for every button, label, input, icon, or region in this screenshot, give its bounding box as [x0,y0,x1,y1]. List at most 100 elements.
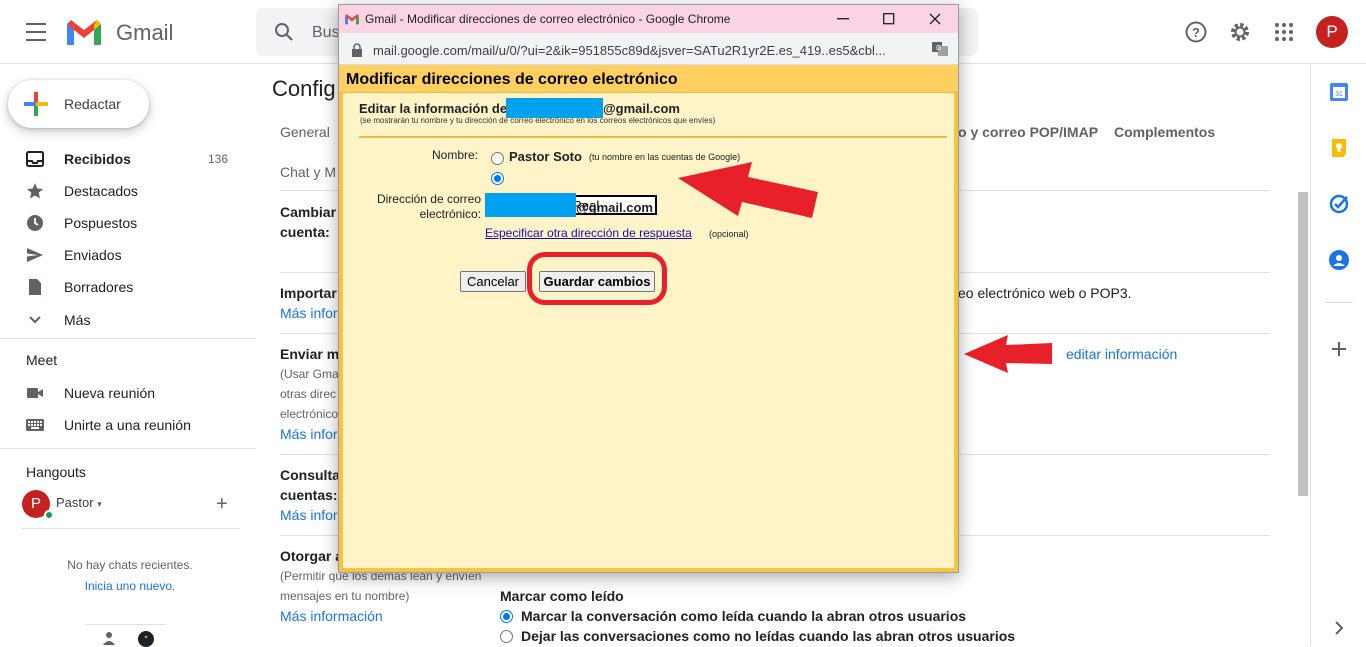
sidebar-item-new-meeting[interactable]: Nueva reunión [0,377,256,409]
keyboard-icon [26,419,44,431]
page-title: Config [272,76,336,101]
chevron-down-icon [29,316,41,324]
hangouts-section-title: Hangouts [26,464,86,480]
add-chat-icon[interactable]: + [216,494,228,514]
translate-icon[interactable]: G [932,42,948,56]
send-icon [27,248,43,262]
hangouts-footer: ” [86,624,166,647]
tab-addons[interactable]: Complementos [1114,124,1215,140]
sidebar-item-drafts[interactable]: Borradores [0,271,256,303]
popup-form: Editar la información de @gmail.com (se … [343,93,954,568]
sidebar-item-more[interactable]: Más [0,304,256,336]
meet-section-title: Meet [26,352,58,368]
name-option-radio-1[interactable] [491,152,504,165]
minimize-icon [837,18,849,20]
start-chat-link[interactable]: Inicia uno nuevo. [0,579,260,593]
svg-text:G: G [936,45,941,52]
draft-icon [29,279,41,295]
chevron-right-icon[interactable] [1333,620,1345,636]
change-account-label-2: cuenta: [280,224,330,240]
sidebar-item-starred[interactable]: Destacados [0,175,256,207]
svg-text:31: 31 [1335,91,1343,98]
hangouts-chat-icon[interactable]: ” [138,631,154,647]
close-button[interactable] [912,5,958,33]
contacts-icon[interactable] [1329,250,1349,270]
check-mail-label-2: cuentas: [280,487,338,503]
help-icon[interactable]: ? [1184,20,1208,44]
account-avatar[interactable]: P [1316,16,1348,48]
inbox-icon [26,151,44,167]
maximize-button[interactable] [866,5,912,33]
clock-icon [27,215,43,231]
sidebar-item-join-meeting[interactable]: Unirte a una reunión [0,409,256,441]
hangouts-user-name[interactable]: Pastor ▾ [56,495,102,510]
gmail-logo-icon[interactable] [64,16,104,48]
name-option-radio-2[interactable] [491,172,504,185]
grant-access-label: Otorgar a [280,548,344,564]
send-as-description-1: (Usar Gma [280,367,339,381]
import-description: eo electrónico web o POP3. [958,285,1132,301]
check-mail-more-info-link[interactable]: Más infor [280,507,338,523]
sidebar-item-label: Más [64,312,91,328]
sidebar-item-sent[interactable]: Enviados [0,239,256,271]
sidebar-item-label: Enviados [64,247,122,263]
edit-info-note: (se mostrarán tu nombre y tu dirección d… [360,116,716,125]
popup-address-bar[interactable]: mail.google.com/mail/u/0/?ui=2&ik=951855… [339,33,958,65]
main-menu-button[interactable] [18,20,54,44]
send-as-label: Enviar m [280,346,340,362]
svg-text:”: ” [145,635,148,645]
cancel-button[interactable]: Cancelar [460,271,526,292]
search-input[interactable]: Bus [312,24,340,42]
reply-to-link[interactable]: Especificar otra dirección de respuesta [485,226,692,240]
tab-general[interactable]: General [280,124,330,140]
email-domain: @gmail.com [576,200,653,215]
reply-to-optional: (opcional) [709,229,749,239]
compose-button[interactable]: Redactar [8,80,149,128]
sidebar-item-inbox[interactable]: Recibidos 136 [0,143,256,175]
name-label: Nombre: [432,148,479,162]
popup-titlebar[interactable]: Gmail - Modificar direcciones de correo … [339,5,958,33]
online-status-dot [44,510,54,520]
edit-info-link[interactable]: editar información [1066,346,1177,362]
sidebar-item-label: Pospuestos [64,215,138,231]
sidebar-item-label: Unirte a una reunión [64,417,191,433]
add-addon-icon[interactable] [1330,340,1348,358]
import-label: Importar [280,285,337,301]
check-mail-label: Consulta [280,467,340,483]
scrollbar-thumb[interactable] [1298,192,1308,496]
popup-url-text[interactable]: mail.google.com/mail/u/0/?ui=2&ik=951855… [373,43,886,58]
annotation-highlight-ring [527,252,667,305]
divider [0,448,256,449]
search-icon[interactable] [274,22,294,42]
svg-text:?: ? [1192,25,1200,40]
email-label-1: Dirección de correo [376,192,481,206]
sidebar-item-label: Borradores [64,279,134,295]
tab-pop-imap[interactable]: o y correo POP/IMAP [958,124,1098,140]
mark-read-radio-1[interactable] [500,610,513,623]
gear-icon[interactable] [1228,20,1252,44]
star-icon [27,183,43,199]
mark-read-title: Marcar como leído [500,588,624,604]
minimize-button[interactable] [820,5,866,33]
grant-access-more-info-link[interactable]: Más información [280,608,383,624]
edit-info-prefix: Editar la información de [359,101,508,116]
compose-label: Redactar [64,96,121,112]
sidebar-item-snoozed[interactable]: Pospuestos [0,207,256,239]
annotation-arrow-icon [964,335,1052,373]
person-icon[interactable] [102,631,116,645]
close-icon [929,13,941,25]
divider [1325,302,1353,303]
calendar-icon[interactable]: 31 [1329,82,1349,102]
tab-chat[interactable]: Chat y M [280,164,336,180]
sidebar-item-label: Recibidos [64,151,131,167]
tasks-icon[interactable] [1329,194,1349,214]
mark-read-radio-2[interactable] [500,630,513,643]
divider [0,338,256,339]
apps-grid-icon[interactable] [1272,20,1296,44]
import-more-info-link[interactable]: Más infor [280,305,338,321]
keep-icon[interactable] [1329,138,1349,158]
gmail-logo-icon [345,14,359,25]
send-as-more-info-link[interactable]: Más infor [280,426,338,442]
change-account-label: Cambiar [280,204,337,220]
name-option-1: Pastor Soto [509,149,582,164]
